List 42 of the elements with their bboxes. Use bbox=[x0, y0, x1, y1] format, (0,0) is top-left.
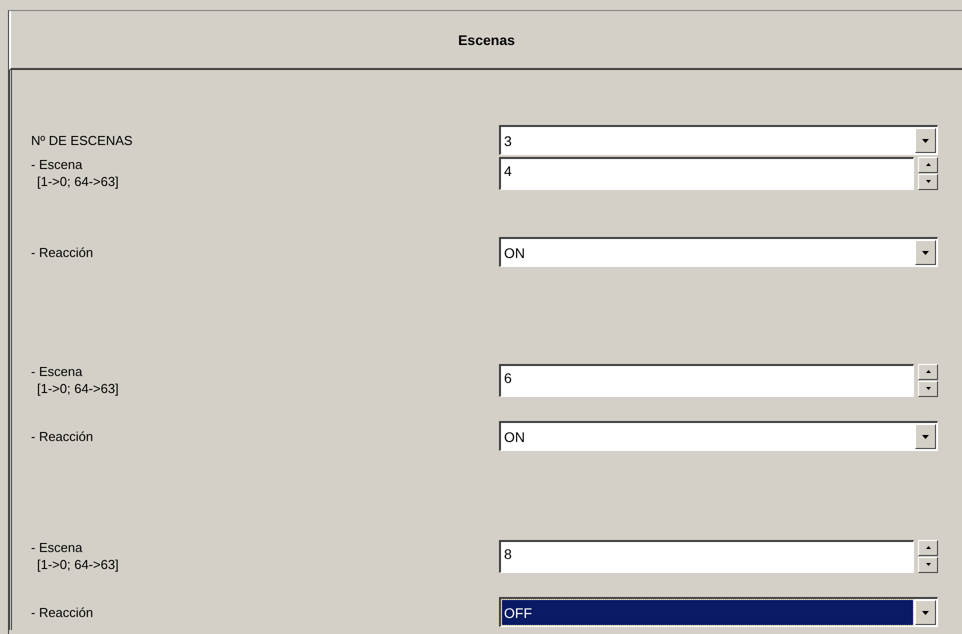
dropdown-value: ON bbox=[503, 244, 526, 262]
up-arrow-icon bbox=[926, 546, 930, 549]
dropdown-value: ON bbox=[503, 428, 526, 446]
down-arrow-icon bbox=[926, 180, 930, 183]
dropdown-arrow-button[interactable] bbox=[915, 424, 936, 449]
spin-down-button[interactable] bbox=[918, 556, 938, 572]
up-arrow-icon bbox=[926, 370, 930, 373]
dropdown-arrow-button[interactable] bbox=[915, 128, 936, 153]
down-arrow-icon bbox=[922, 610, 929, 614]
number-field[interactable]: 8 bbox=[499, 540, 914, 572]
spin-up-button[interactable] bbox=[918, 540, 938, 556]
field-label: - Escena bbox=[31, 363, 84, 380]
spin-up-button[interactable] bbox=[918, 364, 938, 380]
spin-down-button[interactable] bbox=[918, 174, 938, 190]
dropdown-arrow-button[interactable] bbox=[915, 240, 936, 265]
down-arrow-icon bbox=[926, 563, 930, 566]
down-arrow-icon bbox=[922, 434, 929, 438]
field-label: - Reacción bbox=[30, 428, 94, 444]
down-arrow-icon bbox=[922, 138, 929, 142]
field-label: - Escena bbox=[31, 156, 84, 173]
spin-down-button[interactable] bbox=[918, 380, 938, 396]
up-arrow-icon bbox=[926, 163, 930, 166]
dropdown-arrow-button[interactable] bbox=[915, 600, 936, 625]
number-field[interactable]: 6 bbox=[499, 364, 914, 396]
field-label: - Reacción bbox=[30, 604, 94, 620]
spin-up-button[interactable] bbox=[918, 156, 938, 172]
dropdown-value: OFF bbox=[502, 600, 913, 625]
dropdown[interactable]: OFF bbox=[499, 597, 938, 627]
field-label: - Reacción bbox=[30, 244, 94, 260]
field-label: Nº DE ESCENAS bbox=[30, 132, 134, 148]
dropdown-value: 3 bbox=[503, 132, 513, 150]
field-label: - Escena bbox=[31, 539, 84, 556]
range-label: [1->0; 64->63] bbox=[36, 556, 120, 573]
dropdown[interactable]: ON bbox=[499, 237, 938, 267]
dropdown[interactable]: 3 bbox=[499, 125, 938, 155]
number-field[interactable]: 4 bbox=[499, 156, 914, 190]
range-label: [1->0; 64->63] bbox=[36, 173, 120, 190]
down-arrow-icon bbox=[926, 387, 930, 390]
panel-title: Escenas bbox=[458, 32, 515, 48]
dropdown[interactable]: ON bbox=[499, 421, 938, 451]
range-label: [1->0; 64->63] bbox=[36, 380, 120, 397]
down-arrow-icon bbox=[922, 250, 929, 254]
